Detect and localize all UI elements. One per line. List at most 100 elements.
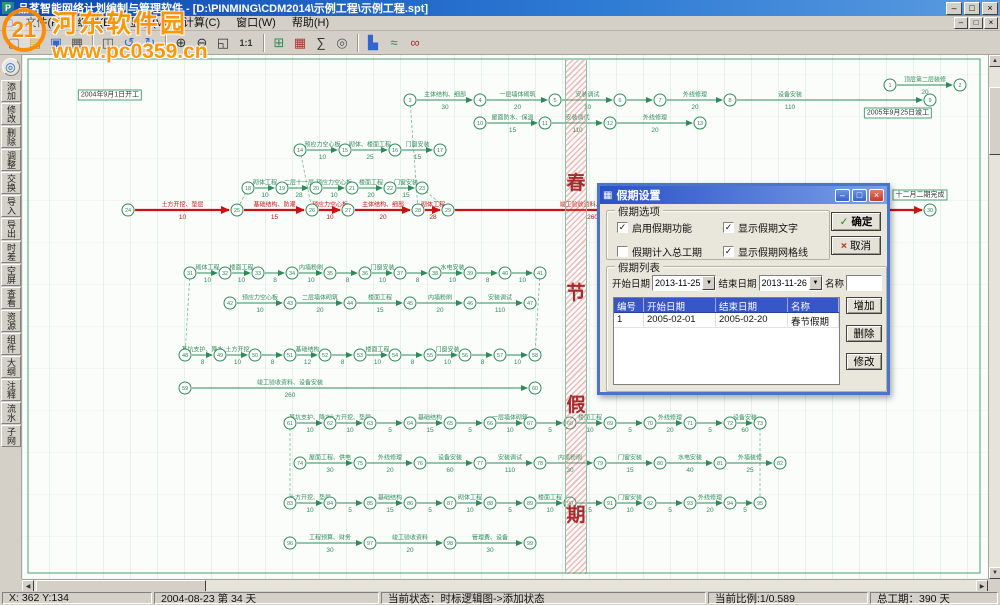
sidebar-item[interactable]: 添加 — [1, 80, 21, 102]
modify-holiday-button[interactable]: 修改 — [846, 353, 882, 370]
undo-icon[interactable]: ↺ — [119, 33, 139, 52]
ok-button[interactable]: ✓ 确定 — [831, 212, 881, 231]
settings-icon[interactable]: ◎ — [332, 33, 352, 52]
line-chart-icon[interactable]: ≈ — [384, 33, 404, 52]
horizontal-scrollbar[interactable]: ◀ ▶ — [22, 579, 988, 591]
end-date-value: 2013-11-26 — [760, 276, 809, 290]
new-file-icon[interactable]: ▢ — [4, 33, 24, 52]
scroll-up-icon[interactable]: ▲ — [989, 55, 1000, 67]
end-date-picker[interactable]: 2013-11-26 ▼ — [759, 275, 823, 291]
sidebar-item[interactable]: 修改 — [1, 103, 21, 125]
dialog-minimize-button[interactable]: – — [835, 189, 850, 202]
dialog-title-bar[interactable]: ▦ 假期设置 – □ × — [600, 186, 887, 204]
checkbox-box[interactable]: ✓ — [617, 222, 628, 233]
edge-name-label: 楼面工程 — [368, 294, 392, 302]
diagram-canvas[interactable]: 顶层第二层装修2012主体结构、细部30一层墙体砌筑20安装调试10外线修理20… — [22, 55, 988, 579]
start-date-picker[interactable]: 2013-11-25 ▼ — [652, 275, 716, 291]
checkbox[interactable]: ✓显示假期文字 — [723, 220, 829, 235]
redo-icon[interactable]: ↻ — [140, 33, 160, 52]
calc-icon[interactable]: ∑ — [311, 33, 331, 52]
table-row[interactable]: 12005-02-012005-02-20春节假期 — [614, 313, 839, 328]
edge-duration-label: 260 — [285, 392, 296, 399]
zoom-out-icon[interactable]: ⊖ — [192, 33, 212, 52]
print-icon[interactable]: ▦ — [67, 33, 87, 52]
calendar-icon[interactable]: ▦ — [290, 33, 310, 52]
add-holiday-button[interactable]: 增加 — [846, 297, 882, 314]
print-preview-icon[interactable]: ◫ — [98, 33, 118, 52]
edge-duration-label: 10 — [346, 427, 354, 434]
table-header-cell[interactable]: 结束日期 — [716, 298, 788, 312]
holiday-name-input[interactable] — [846, 275, 882, 291]
edge-duration-label: 5 — [348, 507, 352, 514]
network-icon[interactable]: ∞ — [405, 33, 425, 52]
menu-item[interactable]: 窗口(W) — [228, 17, 284, 29]
sidebar-item[interactable]: 时差 — [1, 241, 21, 263]
checkbox-box[interactable]: ✓ — [723, 222, 734, 233]
sidebar-item[interactable]: 导出 — [1, 218, 21, 240]
sidebar-item[interactable]: 子网 — [1, 425, 21, 447]
scroll-down-icon[interactable]: ▼ — [989, 567, 1000, 579]
sidebar-item[interactable]: 流水 — [1, 402, 21, 424]
minimize-button[interactable]: – — [946, 2, 962, 15]
table-header-cell[interactable]: 编号 — [614, 298, 644, 312]
one-to-one-icon[interactable]: 1:1 — [234, 33, 258, 52]
dialog-close-button[interactable]: × — [869, 189, 884, 202]
checkbox-label: 显示假期网格线 — [738, 244, 808, 259]
chevron-down-icon[interactable]: ▼ — [702, 276, 715, 290]
node-number-label: 42 — [227, 301, 233, 307]
sidebar-item[interactable]: 导入 — [1, 195, 21, 217]
menu-item[interactable]: 显示(V) — [122, 17, 175, 29]
vertical-scrollbar[interactable]: ▲ ▼ — [988, 55, 1000, 579]
checkbox-box[interactable] — [617, 246, 628, 257]
bar-chart-icon[interactable]: ▙ — [363, 33, 383, 52]
checkbox[interactable]: ✓ 显示假期网格线 — [723, 244, 829, 259]
close-button[interactable]: × — [982, 2, 998, 15]
table-header-cell[interactable]: 名称 — [788, 298, 839, 312]
table-header-cell[interactable]: 开始日期 — [644, 298, 716, 312]
save-icon[interactable]: ▣ — [46, 33, 66, 52]
node-number-label: 62 — [327, 421, 333, 427]
checkbox[interactable]: 假期计入总工期 — [617, 244, 723, 259]
node-number-label: 61 — [287, 421, 293, 427]
table-header-row: 编号开始日期结束日期名称 — [614, 298, 839, 313]
chevron-down-icon[interactable]: ▼ — [809, 276, 822, 290]
mdi-close-button[interactable]: × — [984, 17, 998, 29]
select-tool-icon[interactable]: ◎ — [2, 58, 20, 76]
sidebar-item[interactable]: 注释 — [1, 379, 21, 401]
menu-item[interactable]: 编辑(E) — [70, 17, 123, 29]
edge-name-label: 基础结构 — [295, 346, 319, 354]
menu-item[interactable]: 帮助(H) — [284, 17, 337, 29]
edge-name-label: 二层墙体砌筑 — [302, 294, 338, 302]
grid-icon[interactable]: ⊞ — [269, 33, 289, 52]
sidebar-item[interactable]: 删除 — [1, 126, 21, 148]
node-number-label: 2 — [958, 83, 961, 89]
edge-duration-label: 12 — [304, 359, 312, 366]
cancel-button[interactable]: × 取消 — [831, 236, 881, 255]
delete-holiday-button[interactable]: 删除 — [846, 325, 882, 342]
menu-item[interactable]: 计算(C) — [175, 17, 228, 29]
open-folder-icon[interactable]: ▤ — [25, 33, 45, 52]
sidebar-item[interactable]: 大纲 — [1, 356, 21, 378]
holiday-table[interactable]: 编号开始日期结束日期名称 12005-02-012005-02-20春节假期 — [613, 297, 840, 385]
dialog-restore-button[interactable]: □ — [852, 189, 867, 202]
sidebar-item[interactable]: 资源 — [1, 310, 21, 332]
edge-name-label: 门窗安装 — [394, 179, 418, 187]
sidebar-item[interactable]: 空屏 — [1, 264, 21, 286]
checkbox-box[interactable]: ✓ — [723, 246, 734, 257]
sidebar-item[interactable]: 调整 — [1, 149, 21, 171]
edge-name-label: 砌体、楼面工程 — [349, 141, 391, 149]
menu-item[interactable]: 文件(F) — [17, 17, 69, 29]
sidebar-item[interactable]: 组件 — [1, 333, 21, 355]
maximize-button[interactable]: □ — [964, 2, 980, 15]
mdi-restore-button[interactable]: □ — [969, 17, 983, 29]
zoom-fit-icon[interactable]: ◱ — [213, 33, 233, 52]
title-bar[interactable]: P 品茗智能网络计划编制与管理软件 - [D:\PINMING\CDM2014\… — [0, 0, 1000, 16]
diagram-connector — [535, 273, 540, 355]
sidebar-item[interactable]: 交换 — [1, 172, 21, 194]
zoom-in-icon[interactable]: ⊕ — [171, 33, 191, 52]
checkbox[interactable]: ✓启用假期功能 — [617, 220, 723, 235]
sidebar-item[interactable]: 查看 — [1, 287, 21, 309]
vertical-scroll-thumb[interactable] — [989, 87, 1000, 155]
mdi-minimize-button[interactable]: – — [954, 17, 968, 29]
node-number-label: 36 — [362, 271, 368, 277]
